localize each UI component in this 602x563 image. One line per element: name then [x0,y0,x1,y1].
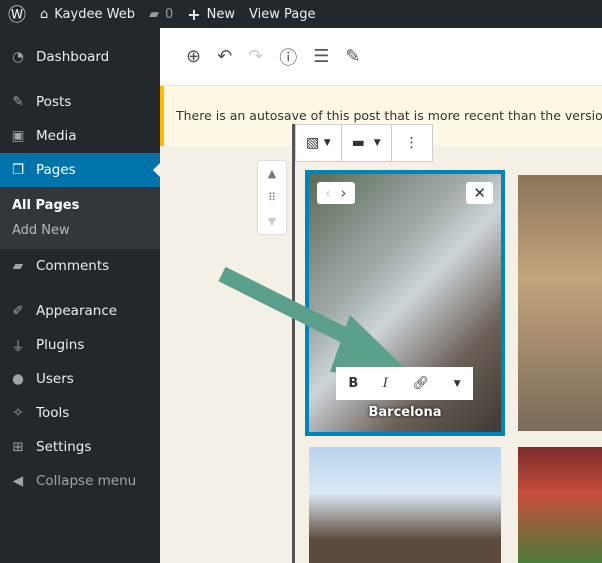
outline-icon[interactable]: ☰ [313,46,329,67]
sidebar-item-dashboard[interactable]: ◔ Dashboard [0,40,160,74]
gallery-image[interactable] [309,447,501,563]
caption-format-toolbar: B I 🔗︎ ▼ [336,367,473,400]
sidebar-item-pages[interactable]: ❐ Pages [0,153,160,187]
collapse-menu-button[interactable]: ◀ Collapse menu [0,464,160,498]
gallery-type-button[interactable]: ▧ ▼ [296,125,342,161]
gallery-image[interactable] [518,447,602,563]
sidebar-item-plugins[interactable]: ⏚ Plugins [0,328,160,362]
move-up-icon[interactable]: ▲ [268,167,276,180]
plus-icon: + [187,4,201,24]
bold-button[interactable]: B [348,376,358,391]
editor-toolbar: ⊕ ↶ ↷ ⓘ ☰ ✎ [160,28,602,86]
block-toolbar: ▧ ▼ ▬ ▼ ⋮ [295,124,433,162]
collapse-icon: ◀ [12,473,24,489]
remove-image-button[interactable]: ✕ [466,182,493,204]
dashboard-icon: ◔ [12,49,24,65]
comment-icon: ▰ [12,258,24,274]
pin-icon: ✎ [12,94,24,110]
sidebar-item-posts[interactable]: ✎ Posts [0,85,160,119]
block-mover: ▲ ⠿ ▼ [257,160,287,235]
edit-icon[interactable]: ✎ [345,46,360,67]
caret-down-icon: ▼ [323,138,331,148]
image-move-buttons: ‹ › [317,182,355,204]
user-icon: ● [12,371,24,387]
admin-bar: Ⓦ ⌂ Kaydee Web ▰ 0 + New View Page [0,0,602,28]
drag-handle-icon[interactable]: ⠿ [268,191,276,204]
brush-icon: ✐ [12,303,24,319]
submenu-all-pages[interactable]: All Pages [0,193,160,218]
sidebar-item-tools[interactable]: ✧ Tools [0,396,160,430]
comments-link[interactable]: ▰ 0 [149,7,173,22]
gallery-image[interactable] [518,175,602,431]
info-icon[interactable]: ⓘ [279,44,297,70]
align-center-icon: ▬ [351,135,365,151]
wrench-icon: ✧ [12,405,24,421]
gallery-icon: ▧ [306,135,320,151]
sidebar-item-comments[interactable]: ▰ Comments [0,249,160,283]
plugin-icon: ⏚ [11,339,25,355]
move-down-icon[interactable]: ▼ [268,215,276,228]
chevron-left-icon[interactable]: ‹ [325,184,331,202]
add-block-icon[interactable]: ⊕ [186,46,201,67]
caret-down-icon[interactable]: ▼ [454,379,461,389]
new-link[interactable]: + New [187,5,235,24]
sidebar-item-settings[interactable]: ⊞ Settings [0,430,160,464]
sidebar-item-appearance[interactable]: ✐ Appearance [0,294,160,328]
home-icon: ⌂ [40,6,49,22]
more-vertical-icon: ⋮ [404,135,419,151]
admin-sidebar: ◔ Dashboard ✎ Posts ▣ Media ❐ Pages All Page… [0,28,160,563]
settings-icon: ⊞ [12,439,24,455]
align-button[interactable]: ▬ ▼ [342,125,392,161]
pages-submenu: All Pages Add New [0,187,160,249]
italic-button[interactable]: I [383,376,388,391]
more-options-button[interactable]: ⋮ [392,125,432,161]
link-icon[interactable]: 🔗︎ [413,376,430,391]
pages-icon: ❐ [11,162,25,178]
sidebar-item-users[interactable]: ● Users [0,362,160,396]
comment-icon: ▰ [148,6,159,22]
site-name-link[interactable]: ⌂ Kaydee Web [40,7,135,22]
redo-icon[interactable]: ↷ [248,46,263,67]
media-icon: ▣ [11,128,25,144]
close-icon: ✕ [473,184,486,202]
wordpress-logo-icon[interactable]: Ⓦ [8,1,26,27]
undo-icon[interactable]: ↶ [217,46,232,67]
caret-down-icon: ▼ [373,138,381,148]
sidebar-item-media[interactable]: ▣ Media [0,119,160,153]
view-page-link[interactable]: View Page [249,7,315,22]
image-caption[interactable]: Barcelona [305,405,505,420]
submenu-add-new[interactable]: Add New [0,218,160,243]
chevron-right-icon[interactable]: › [341,184,347,202]
